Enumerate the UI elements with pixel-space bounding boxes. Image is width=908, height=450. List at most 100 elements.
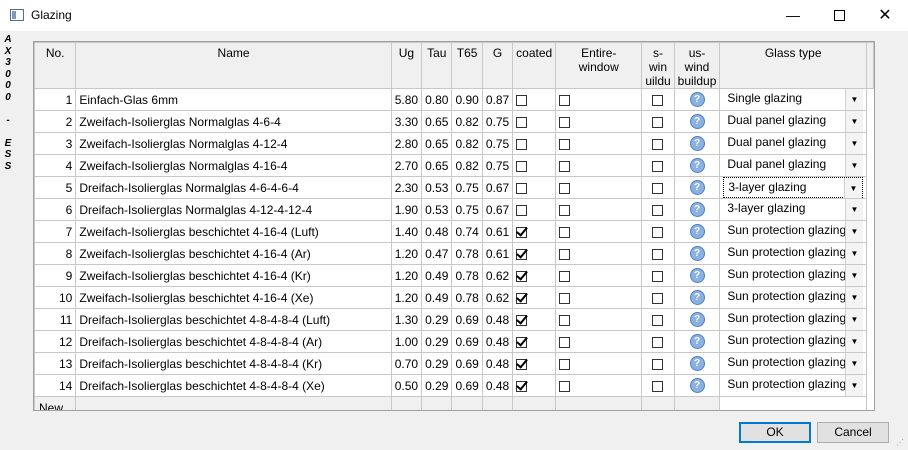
- new-row-cell[interactable]: [75, 396, 392, 410]
- glass-type-select[interactable]: Dual panel glazing ▼: [723, 133, 863, 154]
- column-header-window-buildup-help[interactable]: us-wind buildup: [673, 42, 721, 89]
- ug-cell[interactable]: 3.30: [390, 110, 423, 133]
- coated-checkbox[interactable]: [516, 160, 528, 172]
- help-icon[interactable]: ?: [689, 312, 705, 328]
- help-icon[interactable]: ?: [689, 378, 705, 394]
- row-number[interactable]: 3: [34, 132, 77, 155]
- new-row-cell[interactable]: [481, 396, 514, 410]
- window-buildup-checkbox[interactable]: [652, 116, 664, 128]
- glass-type-select[interactable]: Sun protection glazing ▼: [723, 309, 863, 330]
- column-header-window-buildup[interactable]: s-win uildu: [641, 42, 675, 89]
- coated-checkbox[interactable]: [516, 248, 528, 260]
- column-header-name[interactable]: Name: [75, 42, 392, 89]
- new-row-cell[interactable]: [390, 396, 423, 410]
- glass-type-select[interactable]: Dual panel glazing ▼: [723, 155, 863, 176]
- help-icon[interactable]: ?: [689, 180, 705, 196]
- chevron-down-icon[interactable]: ▼: [843, 178, 862, 198]
- window-buildup-checkbox[interactable]: [652, 270, 664, 282]
- entire-window-checkbox[interactable]: [559, 138, 571, 150]
- t65-cell[interactable]: 0.82: [451, 154, 483, 177]
- table-row[interactable]: 10 Zweifach-Isolierglas beschichtet 4-16-…: [34, 286, 874, 309]
- table-row[interactable]: 11 Dreifach-Isolierglas beschichtet 4-8-4…: [34, 308, 874, 331]
- ug-cell[interactable]: 5.80: [390, 88, 423, 111]
- g-cell[interactable]: 0.48: [481, 352, 514, 375]
- column-header-ug[interactable]: Ug: [390, 42, 423, 89]
- glass-name-cell[interactable]: Zweifach-Isolierglas Normalglas 4-16-4: [75, 154, 392, 177]
- help-icon[interactable]: ?: [689, 202, 705, 218]
- ug-cell[interactable]: 1.20: [390, 242, 423, 265]
- glass-name-cell[interactable]: Dreifach-Isolierglas Normalglas 4-6-4-6-…: [75, 176, 392, 199]
- glass-type-select[interactable]: Sun protection glazing ▼: [723, 243, 863, 264]
- t65-cell[interactable]: 0.90: [451, 88, 483, 111]
- chevron-down-icon[interactable]: ▼: [844, 309, 863, 330]
- glass-name-cell[interactable]: Dreifach-Isolierglas beschichtet 4-8-4-8…: [75, 330, 392, 353]
- column-header-glass-type[interactable]: Glass type: [719, 42, 867, 89]
- chevron-down-icon[interactable]: ▼: [844, 155, 863, 176]
- glass-name-cell[interactable]: Zweifach-Isolierglas beschichtet 4-16-4 …: [75, 220, 392, 243]
- coated-checkbox[interactable]: [516, 204, 528, 216]
- new-row-glass-type-cell[interactable]: [719, 396, 867, 410]
- row-number[interactable]: 12: [34, 330, 77, 353]
- table-row[interactable]: 7 Zweifach-Isolierglas beschichtet 4-16-4…: [34, 220, 874, 243]
- help-icon[interactable]: ?: [689, 114, 705, 130]
- ug-cell[interactable]: 1.40: [390, 220, 423, 243]
- tau-cell[interactable]: 0.49: [421, 286, 453, 309]
- glass-name-cell[interactable]: Dreifach-Isolierglas beschichtet 4-8-4-8…: [75, 308, 392, 331]
- glass-type-select[interactable]: 3-layer glazing ▼: [723, 199, 863, 220]
- g-cell[interactable]: 0.61: [481, 220, 514, 243]
- entire-window-checkbox[interactable]: [559, 314, 571, 326]
- tau-cell[interactable]: 0.29: [421, 330, 453, 353]
- window-buildup-checkbox[interactable]: [652, 94, 664, 106]
- glass-type-select[interactable]: Sun protection glazing ▼: [723, 353, 863, 374]
- ug-cell[interactable]: 1.00: [390, 330, 423, 353]
- g-cell[interactable]: 0.61: [481, 242, 514, 265]
- help-icon[interactable]: ?: [689, 356, 705, 372]
- help-icon[interactable]: ?: [689, 136, 705, 152]
- chevron-down-icon[interactable]: ▼: [844, 265, 863, 286]
- window-buildup-checkbox[interactable]: [652, 138, 664, 150]
- help-icon[interactable]: ?: [689, 290, 705, 306]
- row-number[interactable]: 13: [34, 352, 77, 375]
- g-cell[interactable]: 0.75: [481, 110, 514, 133]
- new-row[interactable]: New...: [34, 396, 874, 410]
- chevron-down-icon[interactable]: ▼: [844, 375, 863, 396]
- tau-cell[interactable]: 0.47: [421, 242, 453, 265]
- glass-name-cell[interactable]: Einfach-Glas 6mm: [75, 88, 392, 111]
- t65-cell[interactable]: 0.69: [451, 374, 483, 397]
- t65-cell[interactable]: 0.75: [451, 198, 483, 221]
- chevron-down-icon[interactable]: ▼: [844, 221, 863, 242]
- window-buildup-checkbox[interactable]: [652, 204, 664, 216]
- table-row[interactable]: 12 Dreifach-Isolierglas beschichtet 4-8-4…: [34, 330, 874, 353]
- help-icon[interactable]: ?: [689, 268, 705, 284]
- ug-cell[interactable]: 0.50: [390, 374, 423, 397]
- maximize-button[interactable]: [816, 0, 862, 31]
- row-number[interactable]: 5: [34, 176, 77, 199]
- row-number[interactable]: 11: [34, 308, 77, 331]
- entire-window-checkbox[interactable]: [559, 182, 571, 194]
- glass-type-select[interactable]: Sun protection glazing ▼: [723, 287, 863, 308]
- chevron-down-icon[interactable]: ▼: [844, 287, 863, 308]
- help-icon[interactable]: ?: [689, 246, 705, 262]
- resize-grip-icon[interactable]: ⋰: [896, 438, 906, 448]
- ug-cell[interactable]: 1.90: [390, 198, 423, 221]
- row-number[interactable]: 9: [34, 264, 77, 287]
- coated-checkbox[interactable]: [516, 292, 528, 304]
- glass-type-select[interactable]: Sun protection glazing ▼: [723, 265, 863, 286]
- column-header-coated[interactable]: coated: [512, 42, 557, 89]
- table-row[interactable]: 2 Zweifach-Isolierglas Normalglas 4-6-4 3.…: [34, 110, 874, 133]
- window-buildup-checkbox[interactable]: [652, 160, 664, 172]
- new-row-cell[interactable]: [512, 396, 557, 410]
- entire-window-checkbox[interactable]: [559, 270, 571, 282]
- entire-window-checkbox[interactable]: [559, 226, 571, 238]
- chevron-down-icon[interactable]: ▼: [844, 199, 863, 220]
- glass-name-cell[interactable]: Dreifach-Isolierglas beschichtet 4-8-4-8…: [75, 352, 392, 375]
- table-row[interactable]: 8 Zweifach-Isolierglas beschichtet 4-16-4…: [34, 242, 874, 265]
- new-row-cell[interactable]: [421, 396, 453, 410]
- window-buildup-checkbox[interactable]: [652, 226, 664, 238]
- glass-type-select[interactable]: Dual panel glazing ▼: [723, 111, 863, 132]
- t65-cell[interactable]: 0.75: [451, 176, 483, 199]
- g-cell[interactable]: 0.48: [481, 308, 514, 331]
- tau-cell[interactable]: 0.53: [421, 198, 453, 221]
- ug-cell[interactable]: 0.70: [390, 352, 423, 375]
- tau-cell[interactable]: 0.48: [421, 220, 453, 243]
